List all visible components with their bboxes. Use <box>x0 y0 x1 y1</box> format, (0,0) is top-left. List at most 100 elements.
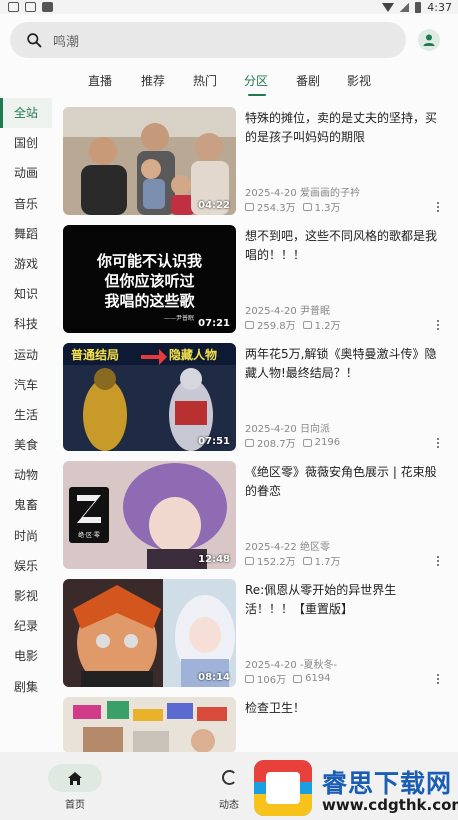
sidebar-item-music[interactable]: 音乐 <box>0 189 52 219</box>
mail-icon <box>8 2 19 12</box>
sidebar-item-animals[interactable]: 动物 <box>0 460 52 490</box>
video-thumbnail[interactable]: 08:14 <box>63 579 236 687</box>
more-options-icon[interactable] <box>437 201 441 213</box>
comments-icon <box>302 320 312 329</box>
video-thumbnail[interactable]: 普通结局 隐藏人物 07:51 <box>63 343 236 451</box>
tab-category[interactable]: 分区 <box>244 72 268 89</box>
video-views: 106万 <box>257 675 287 686</box>
tab-live[interactable]: 直播 <box>88 72 112 89</box>
thumbnail-caption: 我唱的这些歌 <box>104 292 195 310</box>
video-card[interactable]: 08:14 Re:佩恩从零开始的异世界生活！！！【重置版】 2025-4-20 … <box>63 579 453 687</box>
video-stats: 254.3万 1.3万 <box>245 199 341 214</box>
status-bar: 4:37 <box>0 0 458 14</box>
video-meta: 2025-4-20 日向派 <box>245 420 330 435</box>
video-meta: 2025-4-22 绝区零 <box>245 538 330 553</box>
video-author: 绝区零 <box>299 542 330 553</box>
tab-movies[interactable]: 影视 <box>347 72 371 89</box>
sidebar-item-guochuang[interactable]: 国创 <box>0 128 52 158</box>
sidebar-item-games[interactable]: 游戏 <box>0 249 52 279</box>
sidebar-item-cars[interactable]: 汽车 <box>0 370 52 400</box>
video-duration: 07:51 <box>198 436 230 447</box>
views-icon <box>245 202 254 211</box>
sidebar-item-documentary[interactable]: 纪录 <box>0 611 52 641</box>
video-comments: 1.2万 <box>314 321 341 332</box>
category-tabs: 直播 推荐 热门 分区 番剧 影视 <box>0 64 458 98</box>
video-date: 2025-4-20 <box>245 306 297 317</box>
video-meta: 2025-4-20 尹普眠 <box>245 302 330 317</box>
qr-icon <box>25 2 36 12</box>
video-stats: 208.7万 2196 <box>245 435 340 450</box>
video-author: -夏秋冬- <box>299 660 338 671</box>
nav-dynamic-label[interactable]: 动态 <box>219 796 239 811</box>
sidebar-item-tech[interactable]: 科技 <box>0 309 52 339</box>
thumbnail-caption: 普通结局 <box>71 348 120 362</box>
video-comments: 1.7万 <box>314 557 341 568</box>
video-thumbnail[interactable] <box>63 697 236 753</box>
sidebar-item-dance[interactable]: 舞蹈 <box>0 219 52 249</box>
sidebar-item-kichiku[interactable]: 鬼畜 <box>0 490 52 520</box>
sidebar-item-all[interactable]: 全站 <box>0 98 52 129</box>
sidebar-item-life[interactable]: 生活 <box>0 400 52 430</box>
sidebar-item-film-tv[interactable]: 影视 <box>0 581 52 611</box>
sidebar-item-movie[interactable]: 电影 <box>0 641 52 671</box>
views-icon <box>245 320 254 329</box>
app-notification-icon <box>42 2 53 12</box>
video-stats: 106万 6194 <box>245 671 331 686</box>
video-stats: 259.8万 1.2万 <box>245 317 341 332</box>
thumbnail-caption: ——尹普眠 <box>163 315 194 322</box>
sidebar-item-sports[interactable]: 运动 <box>0 340 52 370</box>
comments-icon <box>293 674 303 683</box>
user-avatar-button[interactable] <box>418 29 440 51</box>
more-options-icon[interactable] <box>437 319 441 331</box>
video-card[interactable]: 绝·区·零 12:48 《绝区零》薇薇安角色展示 | 花束般的眷恋 2025-4… <box>63 461 453 569</box>
watermark-title: 睿思下载网 <box>322 769 453 798</box>
status-notifications <box>8 0 53 14</box>
video-views: 152.2万 <box>257 557 296 568</box>
person-icon <box>423 34 435 46</box>
video-stats: 152.2万 1.7万 <box>245 553 341 568</box>
category-sidebar: 全站 国创 动画 音乐 舞蹈 游戏 知识 科技 运动 汽车 生活 美食 动物 鬼… <box>0 98 52 702</box>
sidebar-item-drama[interactable]: 剧集 <box>0 672 52 702</box>
video-card[interactable]: 普通结局 隐藏人物 07:51 两年花5万,解锁《奥特曼激斗传》隐藏人物!最终结… <box>63 343 453 451</box>
video-title: 两年花5万,解锁《奥特曼激斗传》隐藏人物!最终结局？！ <box>245 347 437 380</box>
more-options-icon[interactable] <box>437 673 441 685</box>
video-duration: 07:21 <box>198 318 230 329</box>
sidebar-item-animation[interactable]: 动画 <box>0 158 52 188</box>
video-title: 特殊的摊位，卖的是丈夫的坚持，买的是孩子叫妈妈的期限 <box>245 111 438 144</box>
sidebar-item-entertainment[interactable]: 娱乐 <box>0 551 52 581</box>
tab-anime[interactable]: 番剧 <box>296 72 320 89</box>
video-duration: 12:48 <box>198 554 230 565</box>
video-comments: 2196 <box>314 437 341 448</box>
sidebar-item-fashion[interactable]: 时尚 <box>0 521 52 551</box>
video-thumbnail[interactable]: 绝·区·零 12:48 <box>63 461 236 569</box>
video-comments: 6194 <box>305 673 331 684</box>
video-meta: 2025-4-20 爱画画的子衿 <box>245 184 360 199</box>
nav-home-button[interactable] <box>48 764 102 792</box>
video-card[interactable]: 检查卫生！ <box>63 697 453 753</box>
status-system: 4:37 <box>382 0 452 14</box>
home-icon <box>68 771 82 785</box>
views-icon <box>245 438 254 447</box>
video-date: 2025-4-22 <box>245 542 297 553</box>
video-date: 2025-4-20 <box>245 660 297 671</box>
video-card[interactable]: 04:22 特殊的摊位，卖的是丈夫的坚持，买的是孩子叫妈妈的期限 2025-4-… <box>63 107 453 215</box>
more-options-icon[interactable] <box>437 437 441 449</box>
thumbnail-caption: 但你应该听过 <box>104 272 195 290</box>
video-views: 254.3万 <box>257 203 296 214</box>
sidebar-item-knowledge[interactable]: 知识 <box>0 279 52 309</box>
tab-hot[interactable]: 热门 <box>193 72 217 89</box>
search-bar[interactable]: 鸣潮 <box>10 22 406 58</box>
views-icon <box>245 556 254 565</box>
video-thumbnail[interactable]: 04:22 <box>63 107 236 215</box>
more-options-icon[interactable] <box>437 555 441 567</box>
video-duration: 04:22 <box>198 200 230 211</box>
video-views: 259.8万 <box>257 321 296 332</box>
dynamic-icon[interactable] <box>222 770 237 785</box>
video-card[interactable]: 你可能不认识我 但你应该听过 我唱的这些歌 ——尹普眠 07:21 想不到吧，这… <box>63 225 453 333</box>
video-title: 想不到吧，这些不同风格的歌都是我唱的！！！ <box>245 229 438 262</box>
tab-recommend[interactable]: 推荐 <box>141 72 165 89</box>
video-title: Re:佩恩从零开始的异世界生活！！！【重置版】 <box>245 583 397 616</box>
sidebar-item-food[interactable]: 美食 <box>0 430 52 460</box>
video-thumbnail[interactable]: 你可能不认识我 但你应该听过 我唱的这些歌 ——尹普眠 07:21 <box>63 225 236 333</box>
watermark: 睿思下载网 www.cdgthk.com <box>250 758 458 820</box>
